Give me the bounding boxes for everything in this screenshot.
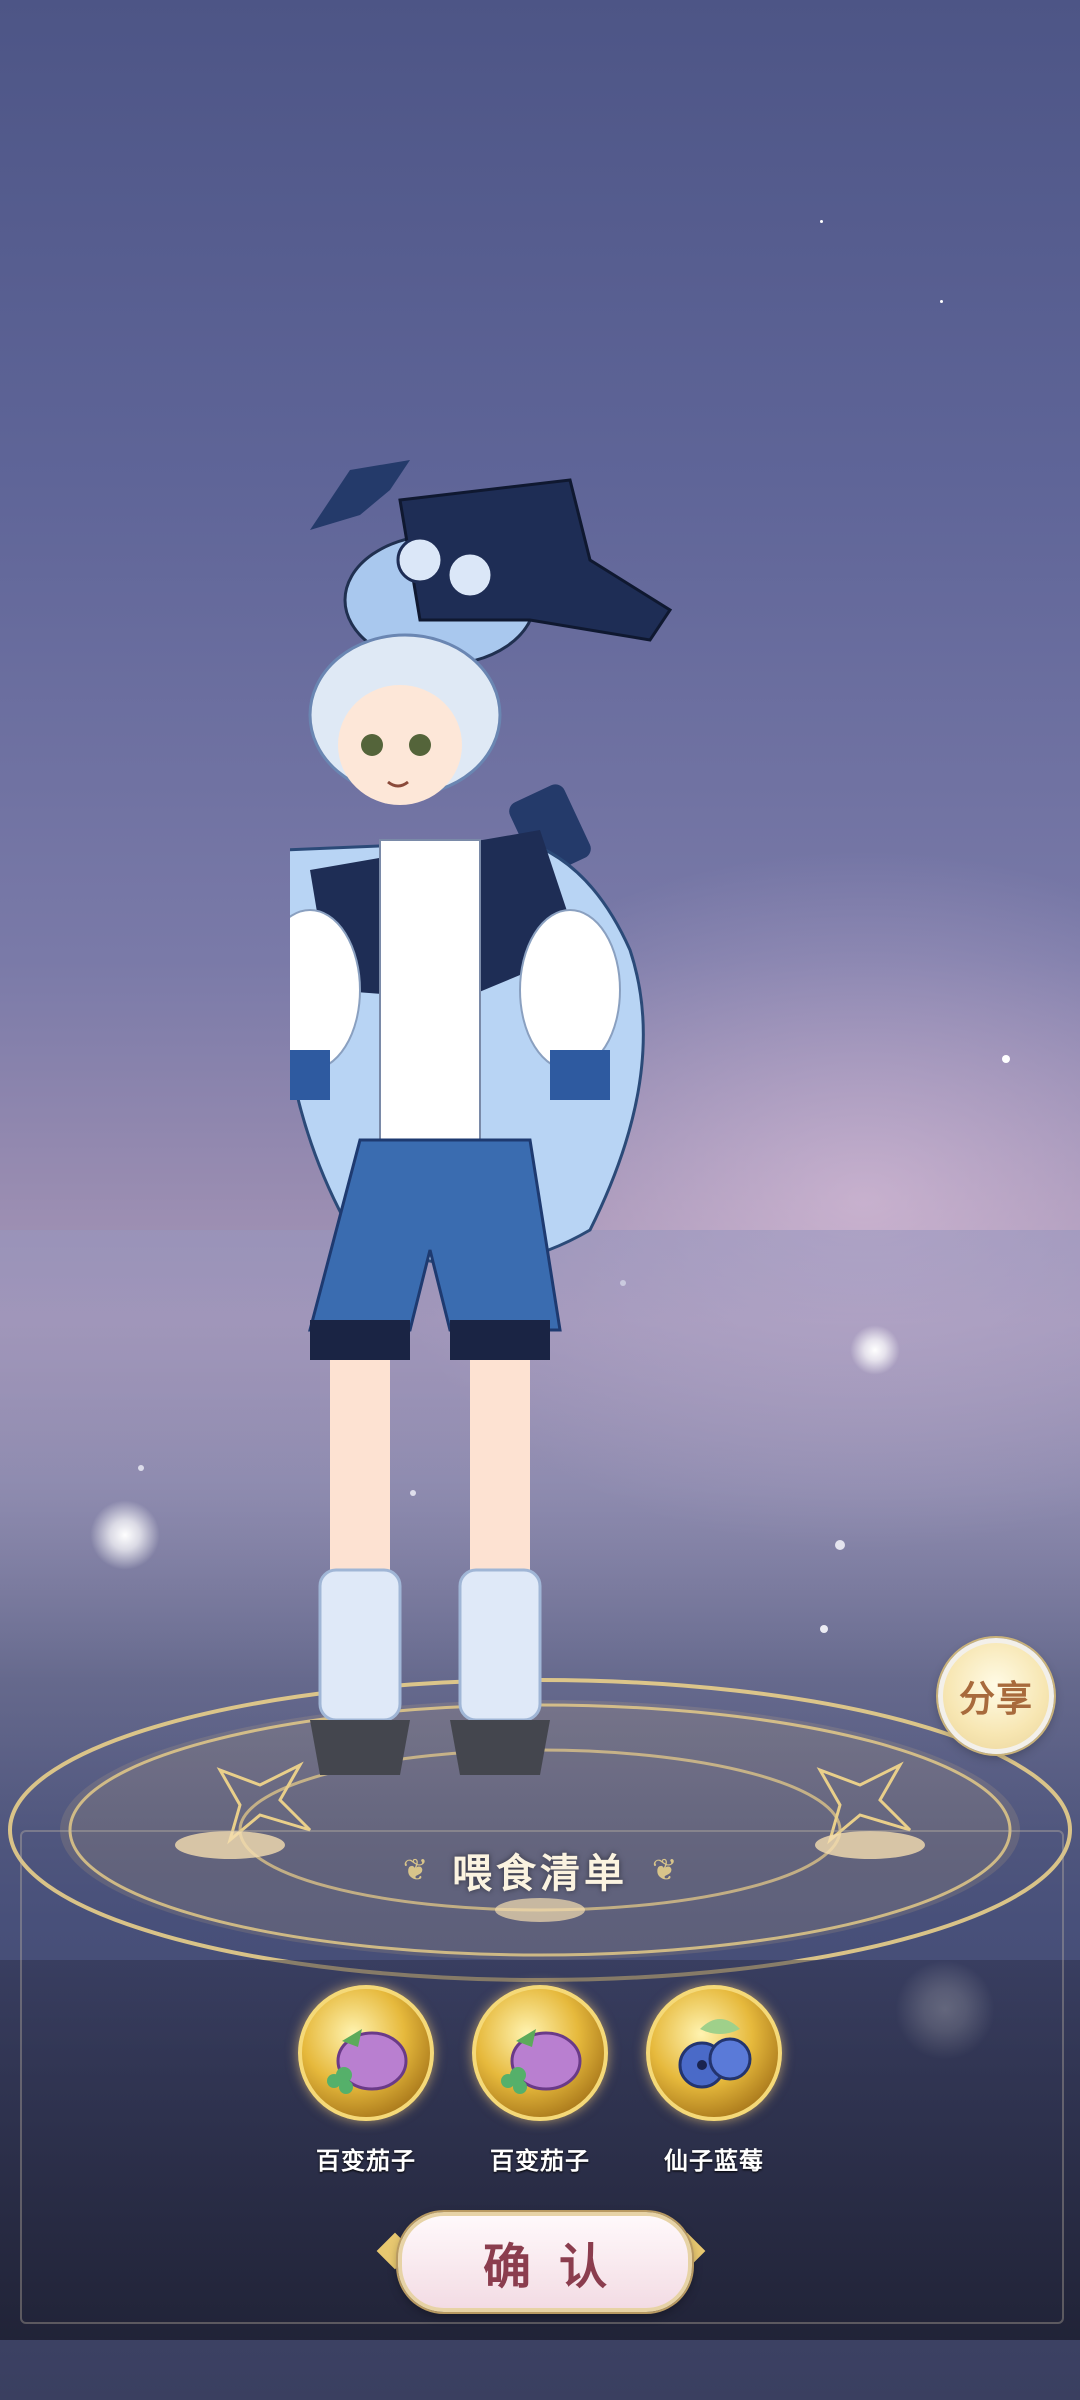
food-item-name: 仙子蓝莓: [664, 2147, 764, 2175]
eggplant-icon: [298, 1985, 434, 2121]
leaf-ornament-right-icon: ❦: [652, 1852, 678, 1888]
feed-list-title: 喂食清单: [452, 1851, 628, 1897]
character-figure[interactable]: [259, 430, 810, 1850]
feed-items-list: 百变茄子 百变茄子 仙子蓝莓: [0, 1985, 1080, 2176]
share-button-label: 分享: [958, 1679, 1033, 1720]
food-item-name: 百变茄子: [316, 2147, 416, 2175]
leaf-ornament-left-icon: ❦: [402, 1852, 428, 1888]
confirm-button[interactable]: 确认: [398, 2212, 692, 2312]
eggplant-icon: [472, 1985, 608, 2121]
food-item-name: 百变茄子: [490, 2147, 590, 2175]
food-item[interactable]: 百变茄子: [472, 1985, 608, 2176]
confirm-button-label: 确认: [482, 2239, 635, 2295]
share-button[interactable]: 分享: [938, 1638, 1054, 1754]
food-item[interactable]: 百变茄子: [298, 1985, 434, 2176]
light-orb: [90, 1500, 160, 1570]
light-orb: [850, 1325, 900, 1375]
food-item[interactable]: 仙子蓝莓: [646, 1985, 782, 2176]
blueberry-icon: [646, 1985, 782, 2121]
feed-list-header: ❦ 喂食清单 ❦: [0, 1840, 1080, 1900]
